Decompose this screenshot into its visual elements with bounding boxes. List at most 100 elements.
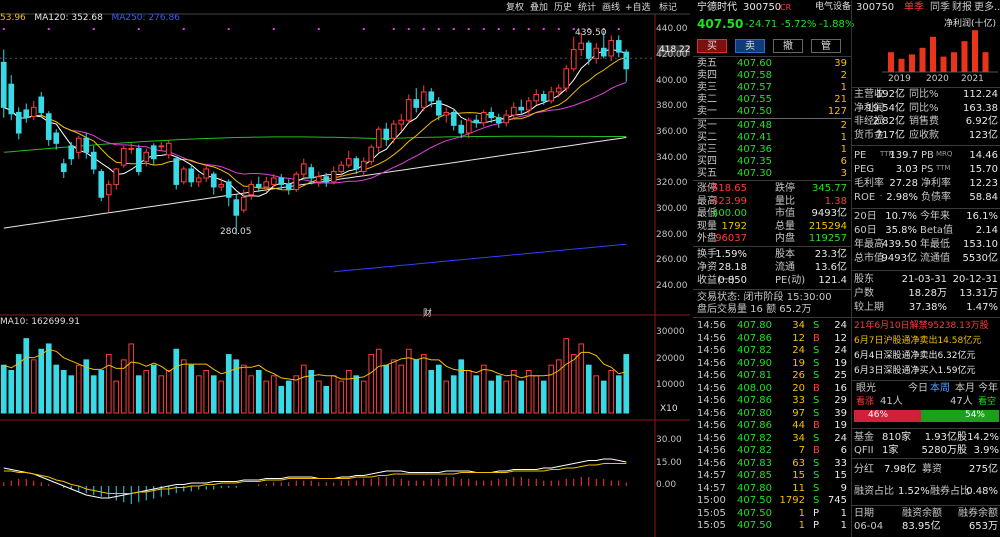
news-item[interactable]: 21年6月10日解禁95238.13万股	[852, 320, 1000, 332]
bid-row[interactable]: 买五 407.30 3	[693, 168, 851, 179]
margin-header: 日期 融资余额 融券余额	[852, 508, 1000, 520]
fin-value-2: 163.38	[963, 102, 998, 114]
event-marker	[557, 28, 560, 30]
news-item[interactable]: 6月7日沪股通净卖出14.58亿元	[852, 335, 1000, 347]
perf-value: 35.8%	[885, 225, 917, 236]
candle-body	[480, 111, 487, 124]
candle-body	[608, 40, 615, 57]
tick-volume: 63	[792, 457, 805, 469]
fin-label-2: 应收款	[909, 129, 939, 141]
ask-volume: 2	[840, 70, 847, 81]
fin-value: 19.54亿	[866, 102, 905, 114]
val-label: 毛利率	[854, 178, 884, 189]
bid-row[interactable]: 买二 407.41 1	[693, 132, 851, 143]
candle-body	[548, 91, 555, 102]
stat-value: 1.59%	[715, 249, 747, 260]
ask-row[interactable]: 卖一 407.50 127	[693, 106, 851, 117]
restore-rights-button[interactable]: 复权	[506, 0, 524, 13]
volume-bar	[240, 364, 247, 414]
sector-label[interactable]: 电气设备	[815, 2, 851, 13]
candle-body	[15, 111, 22, 134]
candle-body	[0, 61, 7, 108]
val-value: 2.98%	[886, 192, 918, 203]
history-button[interactable]: 历史	[554, 0, 572, 13]
ask-row[interactable]: 卖五 407.60 39	[693, 58, 851, 69]
perf-label: 总市值	[854, 253, 884, 264]
stat-row: 最高 423.99 量比 1.38	[693, 196, 851, 207]
news-item[interactable]: 6月3日深股通净买入1.59亿元	[852, 365, 1000, 377]
tick-volume: 7	[798, 445, 805, 456]
eye-tab-today[interactable]: 今日	[908, 383, 928, 395]
candle-body	[270, 177, 277, 185]
candlestick-chart[interactable]	[0, 0, 690, 537]
stat-label-2: PE(动)	[775, 275, 806, 286]
volume-bar	[450, 375, 457, 414]
overlay-button[interactable]: 叠加	[530, 0, 548, 13]
cancel-order-button[interactable]: 撤	[773, 39, 803, 53]
ask-row[interactable]: 卖四 407.58 2	[693, 70, 851, 81]
candle-body	[473, 119, 480, 124]
eye-tab-week[interactable]: 本周	[930, 383, 950, 395]
volume-bar	[563, 338, 570, 414]
volume-bar	[428, 370, 435, 414]
margin-balance-header: 融资余额	[902, 508, 942, 519]
candle-body	[458, 124, 465, 134]
manage-button[interactable]: 管	[811, 39, 841, 53]
tab-single-quarter[interactable]: 单季	[904, 2, 924, 14]
candle-body	[383, 128, 390, 140]
stat-value-2: 1.38	[824, 195, 847, 207]
tick-price: 407.80	[737, 407, 772, 419]
bid-row[interactable]: 买四 407.35 6	[693, 156, 851, 167]
tab-more[interactable]: 更多..	[974, 2, 1000, 14]
volume-bar	[398, 364, 405, 414]
event-marker	[2, 28, 5, 30]
tick-time: 14:56	[697, 407, 726, 419]
stat-value: 423.99	[712, 195, 747, 207]
eye-tab-year[interactable]: 今年	[978, 383, 998, 395]
perf-value-2: 2.14	[975, 225, 998, 236]
sell-button[interactable]: 卖	[735, 39, 765, 53]
add-watchlist-button[interactable]: +自选	[625, 0, 651, 13]
mark-button[interactable]: 标记	[659, 0, 677, 13]
profit-bar	[888, 52, 894, 72]
tab-financial[interactable]: 财报	[952, 2, 972, 14]
ask-price: 407.57	[737, 82, 772, 93]
profit-bar	[909, 54, 915, 72]
short-label: 融券占比	[930, 486, 970, 497]
eye-tab-month[interactable]: 本月	[955, 383, 975, 395]
event-marker	[617, 28, 620, 30]
fin-label-2: 同比%	[909, 102, 939, 114]
kline-chart-area[interactable]: 53.96 MA120: 352.68 MA250: 276.86 复权 叠加 …	[0, 0, 691, 537]
bid-row[interactable]: 买一 407.48 2	[693, 120, 851, 131]
candle-body	[143, 151, 150, 162]
val-value-2: 58.84	[969, 192, 998, 203]
tick-row: 14:56 407.82 24 S 24	[693, 345, 851, 356]
tick-volume: 19	[792, 357, 805, 369]
bid-row[interactable]: 买三 407.36 1	[693, 144, 851, 155]
tab-same-quarter[interactable]: 同季	[930, 2, 950, 14]
tick-time: 14:56	[697, 332, 726, 344]
ask-volume: 21	[834, 94, 847, 105]
candle-body	[540, 93, 547, 102]
candle-body	[420, 91, 427, 108]
stats-button[interactable]: 统计	[578, 0, 596, 13]
sentiment-bar[interactable]: 46% 54%	[854, 410, 999, 422]
news-item[interactable]: 6月4日深股通净卖出6.32亿元	[852, 350, 1000, 362]
tick-count: 16	[834, 382, 847, 394]
tick-count: 12	[834, 332, 847, 344]
event-marker	[482, 28, 485, 30]
stat-label-2: 内盘	[775, 233, 795, 244]
volume-bar	[368, 354, 375, 414]
ask-row[interactable]: 卖二 407.55 21	[693, 94, 851, 105]
ask-row[interactable]: 卖三 407.57 1	[693, 82, 851, 93]
candle-body	[390, 123, 397, 139]
tick-price: 407.82	[737, 445, 772, 456]
year-2019: 2019	[888, 74, 911, 84]
buy-button[interactable]: 买	[697, 39, 727, 53]
short-value: 0.48%	[966, 486, 998, 497]
finance-marker[interactable]: 财	[423, 306, 432, 319]
tick-volume: 12	[792, 332, 805, 344]
draw-line-button[interactable]: 画线	[602, 0, 620, 13]
stat-value: 28.18	[718, 262, 747, 273]
volume-bar	[323, 385, 330, 414]
